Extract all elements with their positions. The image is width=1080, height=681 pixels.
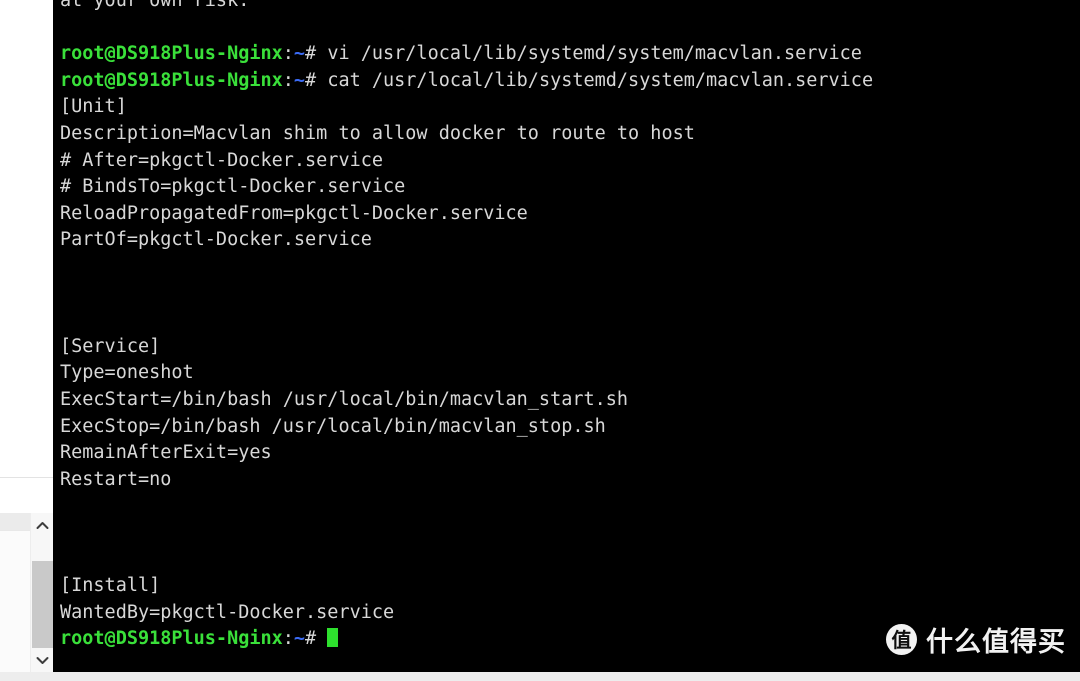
terminal-line: ExecStart=/bin/bash /usr/local/bin/macvl… bbox=[60, 387, 1080, 414]
prompt-symbol: # bbox=[305, 628, 317, 650]
terminal-line: [Service] bbox=[60, 334, 1080, 361]
prompt-path: ~ bbox=[293, 43, 306, 65]
terminal-line bbox=[60, 15, 1080, 42]
prompt-separator: : bbox=[282, 69, 294, 91]
prompt-path: ~ bbox=[293, 628, 306, 650]
terminal-text: # BindsTo=pkgctl-Docker.service bbox=[60, 176, 406, 198]
scrollbar-down-button[interactable] bbox=[31, 648, 54, 672]
prompt-separator: : bbox=[282, 628, 294, 650]
terminal-text: # After=pkgctl-Docker.service bbox=[60, 149, 384, 171]
terminal-output: at your own risk. root@DS918Plus-Nginx:~… bbox=[60, 0, 1080, 653]
terminal-line: ExecStop=/bin/bash /usr/local/bin/macvla… bbox=[60, 414, 1080, 441]
watermark-logo-icon: 值 bbox=[886, 624, 917, 655]
scrollbar-track[interactable] bbox=[31, 537, 54, 649]
left-page-gap-region bbox=[0, 479, 53, 513]
terminal-line: root@DS918Plus-Nginx:~# cat /usr/local/l… bbox=[60, 68, 1080, 95]
terminal-text: ExecStart=/bin/bash /usr/local/bin/macvl… bbox=[60, 388, 629, 410]
terminal-line: PartOf=pkgctl-Docker.service bbox=[60, 227, 1080, 254]
terminal-line bbox=[60, 254, 1080, 281]
chevron-up-icon bbox=[36, 521, 49, 530]
left-page-upper-region bbox=[0, 0, 53, 478]
terminal-command: vi /usr/local/lib/systemd/system/macvlan… bbox=[316, 43, 862, 65]
bottom-bar bbox=[0, 672, 1080, 681]
prompt-user: root@DS918Plus-Nginx bbox=[60, 43, 283, 65]
prompt-separator: : bbox=[282, 43, 294, 65]
terminal-text: Description=Macvlan shim to allow docker… bbox=[60, 122, 695, 144]
terminal-text: ReloadPropagatedFrom=pkgctl-Docker.servi… bbox=[60, 202, 528, 224]
terminal-text: at your own risk. bbox=[60, 0, 250, 11]
terminal-text: [Install] bbox=[60, 575, 161, 597]
terminal-line: Description=Macvlan shim to allow docker… bbox=[60, 121, 1080, 148]
terminal-text: RemainAfterExit=yes bbox=[60, 442, 272, 464]
terminal-line bbox=[60, 281, 1080, 308]
terminal-line: RemainAfterExit=yes bbox=[60, 440, 1080, 467]
terminal-line bbox=[60, 307, 1080, 334]
prompt-symbol: # bbox=[305, 69, 317, 91]
terminal-line bbox=[60, 546, 1080, 573]
screenshot-root: at your own risk. root@DS918Plus-Nginx:~… bbox=[0, 0, 1080, 681]
terminal-text: [Service] bbox=[60, 335, 161, 357]
vertical-scrollbar[interactable] bbox=[30, 513, 54, 672]
terminal-line: [Unit] bbox=[60, 94, 1080, 121]
terminal-text: [Unit] bbox=[60, 96, 127, 118]
prompt-symbol: # bbox=[305, 43, 317, 65]
terminal-line: root@DS918Plus-Nginx:~# vi /usr/local/li… bbox=[60, 41, 1080, 68]
terminal-text: Type=oneshot bbox=[60, 362, 194, 384]
terminal-line: ReloadPropagatedFrom=pkgctl-Docker.servi… bbox=[60, 201, 1080, 228]
terminal-cursor bbox=[327, 628, 339, 648]
terminal-text: Restart=no bbox=[60, 468, 172, 490]
terminal-line: # BindsTo=pkgctl-Docker.service bbox=[60, 174, 1080, 201]
terminal-line: at your own risk. bbox=[60, 0, 1080, 15]
scrollbar-thumb[interactable] bbox=[32, 561, 53, 649]
terminal-window[interactable]: at your own risk. root@DS918Plus-Nginx:~… bbox=[53, 0, 1080, 672]
terminal-line bbox=[60, 520, 1080, 547]
scrollbar-up-button[interactable] bbox=[31, 513, 54, 537]
watermark-text: 什么值得买 bbox=[926, 627, 1066, 658]
left-page-strip-bottom bbox=[0, 530, 30, 672]
terminal-command: cat /usr/local/lib/systemd/system/macvla… bbox=[316, 69, 874, 91]
terminal-text: PartOf=pkgctl-Docker.service bbox=[60, 229, 372, 251]
prompt-user: root@DS918Plus-Nginx bbox=[60, 628, 283, 650]
chevron-down-icon bbox=[36, 656, 49, 665]
watermark: 值 什么值得买 bbox=[886, 620, 1066, 659]
terminal-line: Type=oneshot bbox=[60, 360, 1080, 387]
terminal-line: Restart=no bbox=[60, 467, 1080, 494]
prompt-path: ~ bbox=[293, 69, 306, 91]
terminal-line bbox=[60, 493, 1080, 520]
terminal-text: WantedBy=pkgctl-Docker.service bbox=[60, 601, 395, 623]
terminal-line: # After=pkgctl-Docker.service bbox=[60, 148, 1080, 175]
terminal-line: [Install] bbox=[60, 573, 1080, 600]
prompt-user: root@DS918Plus-Nginx bbox=[60, 69, 283, 91]
left-page-strip-top bbox=[0, 513, 30, 530]
terminal-text: ExecStop=/bin/bash /usr/local/bin/macvla… bbox=[60, 415, 606, 437]
terminal-command bbox=[316, 628, 327, 649]
